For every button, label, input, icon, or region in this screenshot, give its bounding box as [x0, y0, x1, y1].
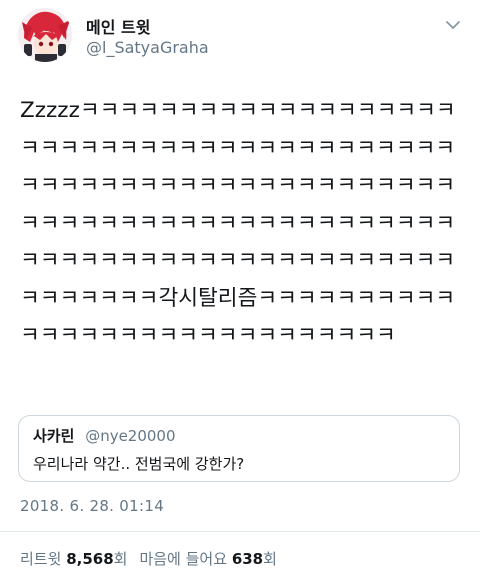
quoted-author-handle: @nye20000 [85, 427, 176, 445]
retweet-count: 8,568 [66, 550, 114, 568]
like-label: 마음에 들어요 [139, 550, 228, 568]
tweet-timestamp[interactable]: 2018. 6. 28. 01:14 [20, 497, 164, 515]
divider [0, 531, 480, 532]
like-stat[interactable]: 마음에 들어요 638회 [139, 548, 276, 569]
avatar-illustration [18, 8, 72, 62]
retweet-stat[interactable]: 리트윗 8,568회 [20, 548, 127, 569]
like-unit: 회 [263, 550, 277, 568]
chevron-down-icon[interactable] [444, 16, 462, 34]
quoted-tweet[interactable]: 사카린 @nye20000 우리나라 약간.. 전범국에 강한가? [18, 415, 460, 482]
retweet-unit: 회 [113, 550, 128, 568]
author-handle[interactable]: @l_SatyaGraha [86, 38, 209, 57]
tweet-text: Zzzzzㅋㅋㅋㅋㅋㅋㅋㅋㅋㅋㅋㅋㅋㅋㅋㅋㅋㅋㅋㅋㅋㅋㅋㅋㅋㅋㅋㅋㅋㅋㅋㅋㅋㅋㅋ… [20, 98, 456, 348]
quoted-tweet-header: 사카린 @nye20000 [33, 425, 176, 446]
author-display-name[interactable]: 메인 트윗 [86, 14, 150, 38]
tweet-header: 메인 트윗 @l_SatyaGraha [18, 8, 462, 64]
retweet-label: 리트윗 [20, 550, 62, 568]
like-count: 638 [231, 550, 264, 568]
tweet-stats: 리트윗 8,568회 마음에 들어요 638회 [20, 548, 277, 569]
tweet-detail: 메인 트윗 @l_SatyaGraha Zzzzzㅋㅋㅋㅋㅋㅋㅋㅋㅋㅋㅋㅋㅋㅋㅋ… [0, 0, 480, 572]
avatar[interactable] [18, 8, 72, 62]
quoted-tweet-text: 우리나라 약간.. 전범국에 강한가? [33, 455, 245, 473]
quoted-author-name: 사카린 [33, 427, 75, 445]
